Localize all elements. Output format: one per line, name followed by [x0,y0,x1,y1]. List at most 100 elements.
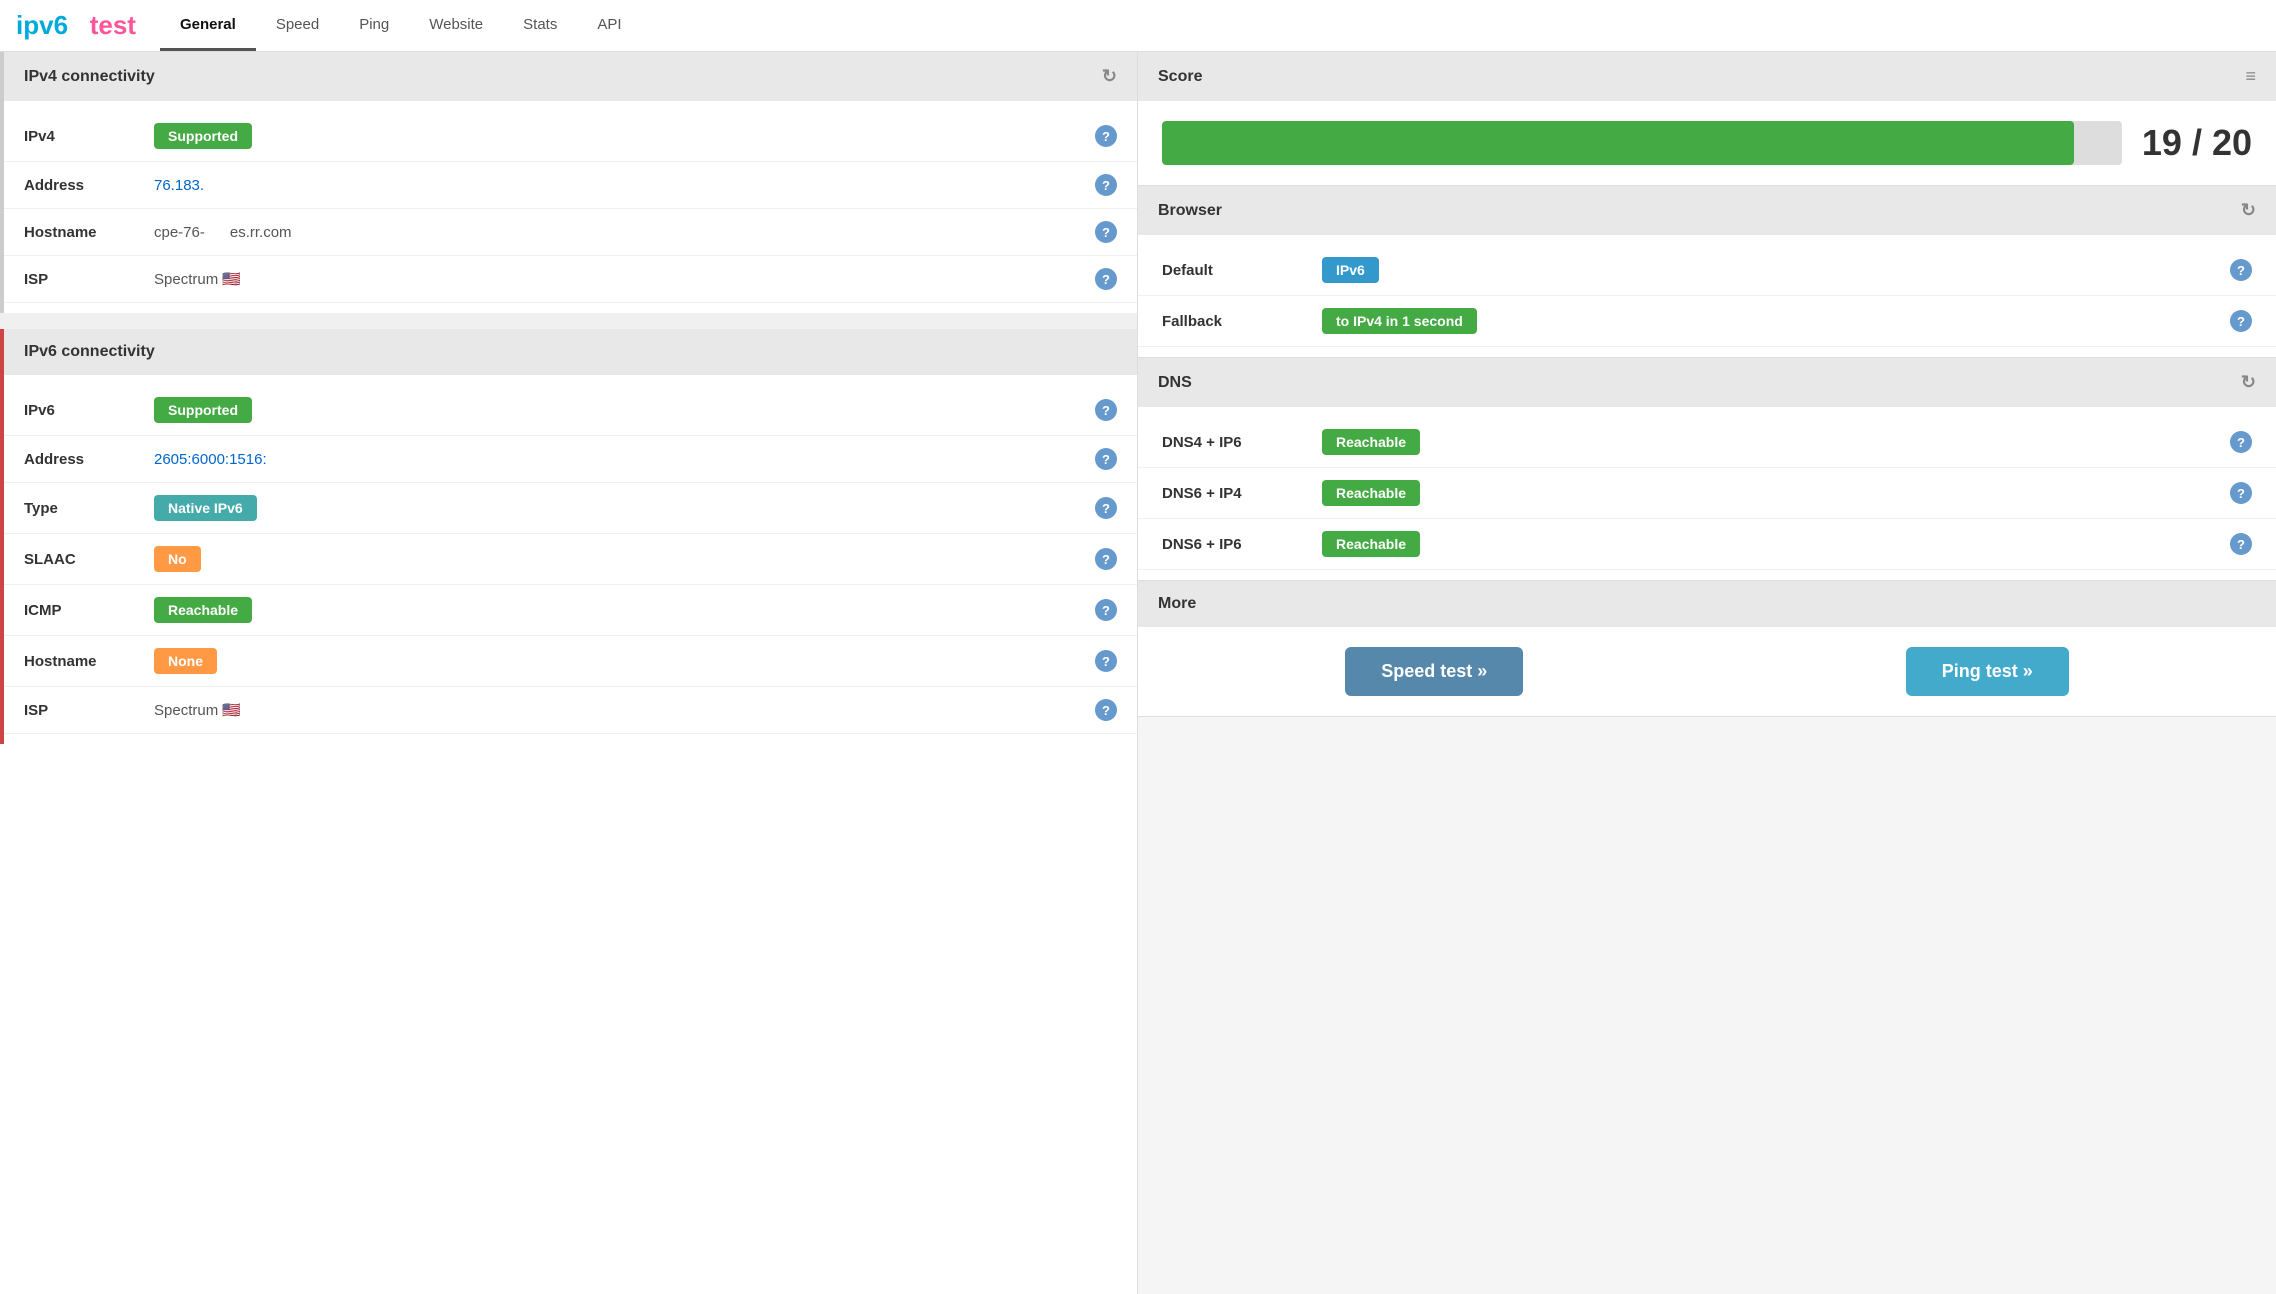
ipv6-section: IPv6 connectivity IPv6 Supported ? Addre… [0,329,1137,744]
ipv4-section-title: IPv4 connectivity [24,68,155,86]
ipv6-section-content: IPv6 Supported ? Address 2605:6000:1516:… [4,375,1137,744]
ipv6-icmp-value: Reachable [154,597,1095,623]
table-row: DNS6 + IP4 Reachable ? [1138,468,2276,519]
ipv6-slaac-help-icon[interactable]: ? [1095,548,1117,570]
browser-default-help-icon[interactable]: ? [2230,259,2252,281]
header: ipv6 test General Speed Ping Website Sta… [0,0,2276,52]
speed-test-button[interactable]: Speed test » [1345,647,1523,696]
ipv6-label: IPv6 [24,402,154,419]
ipv4-hostname-value: cpe-76- es.rr.com [154,224,1095,241]
table-row: Address 76.183. ? [4,162,1137,209]
ipv6-icmp-help-icon[interactable]: ? [1095,599,1117,621]
ipv4-supported-badge: Supported [154,123,252,149]
browser-default-label: Default [1162,262,1322,279]
browser-default-badge: IPv6 [1322,257,1379,283]
browser-fallback-help-icon[interactable]: ? [2230,310,2252,332]
score-bar-container: 19 / 20 [1138,101,2276,185]
dns6-ip4-help-icon[interactable]: ? [2230,482,2252,504]
nav-item-ping[interactable]: Ping [339,0,409,51]
ipv6-section-title: IPv6 connectivity [24,343,155,361]
ipv4-address-link[interactable]: 76.183. [154,177,204,194]
ipv4-section-content: IPv4 Supported ? Address 76.183. ? Hos [4,101,1137,313]
ipv4-isp-help-icon[interactable]: ? [1095,268,1117,290]
ipv4-value: Supported [154,123,1095,149]
more-title: More [1158,595,1196,613]
ipv6-section-header: IPv6 connectivity [4,329,1137,375]
ipv6-hostname-help-icon[interactable]: ? [1095,650,1117,672]
ping-test-button[interactable]: Ping test » [1906,647,2069,696]
right-panel: Score ≡ 19 / 20 Browser ↻ Default IPv6 [1138,52,2276,1294]
dns4-ip6-label: DNS4 + IP6 [1162,434,1322,451]
ipv6-hostname-value: None [154,648,1095,674]
dns6-ip4-value: Reachable [1322,480,2230,506]
separator [0,313,1137,329]
ipv4-address-label: Address [24,177,154,194]
table-row: ICMP Reachable ? [4,585,1137,636]
nav-item-general[interactable]: General [160,0,256,51]
table-row: Address 2605:6000:1516: ? [4,436,1137,483]
ipv4-hostname-text1: cpe-76- [154,224,205,241]
table-row: ISP Spectrum 🇺🇸 ? [4,256,1137,303]
ipv4-address-help-icon[interactable]: ? [1095,174,1117,196]
nav-item-api[interactable]: API [577,0,641,51]
table-row: Hostname None ? [4,636,1137,687]
dns4-ip6-value: Reachable [1322,429,2230,455]
ipv4-label: IPv4 [24,128,154,145]
dns6-ip6-help-icon[interactable]: ? [2230,533,2252,555]
ipv6-slaac-label: SLAAC [24,551,154,568]
ipv4-section: IPv4 connectivity ↻ IPv4 Supported ? Add… [0,52,1137,313]
dns-refresh-icon[interactable]: ↻ [2241,372,2256,393]
ipv4-refresh-icon[interactable]: ↻ [1102,66,1117,87]
ipv6-isp-help-icon[interactable]: ? [1095,699,1117,721]
score-section: Score ≡ 19 / 20 [1138,52,2276,186]
browser-section-content: Default IPv6 ? Fallback to IPv4 in 1 sec… [1138,235,2276,357]
table-row: DNS6 + IP6 Reachable ? [1138,519,2276,570]
logo: ipv6 test [16,10,136,41]
browser-section: Browser ↻ Default IPv6 ? Fallback to IPv… [1138,186,2276,358]
ipv6-icmp-label: ICMP [24,602,154,619]
browser-section-header: Browser ↻ [1138,186,2276,235]
ipv6-address-help-icon[interactable]: ? [1095,448,1117,470]
ipv4-isp-value: Spectrum 🇺🇸 [154,270,1095,288]
score-bar [1162,121,2122,165]
table-row: SLAAC No ? [4,534,1137,585]
ipv6-isp-value: Spectrum 🇺🇸 [154,701,1095,719]
more-section: More Speed test » Ping test » [1138,581,2276,717]
ipv6-isp-label: ISP [24,702,154,719]
table-row: ISP Spectrum 🇺🇸 ? [4,687,1137,734]
ipv6-hostname-badge: None [154,648,217,674]
ipv6-address-value: 2605:6000:1516: [154,451,1095,468]
nav-item-speed[interactable]: Speed [256,0,339,51]
browser-fallback-label: Fallback [1162,313,1322,330]
score-value: 19 / 20 [2142,122,2252,164]
nav-item-stats[interactable]: Stats [503,0,577,51]
ipv4-address-value: 76.183. [154,177,1095,194]
ipv4-isp-label: ISP [24,271,154,288]
table-row: IPv4 Supported ? [4,111,1137,162]
ipv6-type-badge: Native IPv6 [154,495,257,521]
ipv6-address-link[interactable]: 2605:6000:1516: [154,451,267,468]
table-row: Fallback to IPv4 in 1 second ? [1138,296,2276,347]
main-nav: General Speed Ping Website Stats API [160,0,642,51]
score-bar-fill [1162,121,2074,165]
ipv6-help-icon[interactable]: ? [1095,399,1117,421]
ipv4-hostname-help-icon[interactable]: ? [1095,221,1117,243]
ipv6-value: Supported [154,397,1095,423]
dns-title: DNS [1158,374,1192,392]
dns-section: DNS ↻ DNS4 + IP6 Reachable ? DNS6 + IP4 … [1138,358,2276,581]
ipv6-type-label: Type [24,500,154,517]
ipv6-type-help-icon[interactable]: ? [1095,497,1117,519]
ipv4-hostname-text2: es.rr.com [230,224,292,241]
browser-refresh-icon[interactable]: ↻ [2241,200,2256,221]
logo-ipv6: ipv6 [16,10,68,40]
ipv4-help-icon[interactable]: ? [1095,125,1117,147]
nav-item-website[interactable]: Website [409,0,503,51]
dns-section-content: DNS4 + IP6 Reachable ? DNS6 + IP4 Reacha… [1138,407,2276,580]
dns4-ip6-help-icon[interactable]: ? [2230,431,2252,453]
logo-test: test [90,10,136,40]
ipv6-type-value: Native IPv6 [154,495,1095,521]
table-row: DNS4 + IP6 Reachable ? [1138,417,2276,468]
score-list-icon[interactable]: ≡ [2245,66,2256,87]
dns-section-header: DNS ↻ [1138,358,2276,407]
more-section-header: More [1138,581,2276,627]
